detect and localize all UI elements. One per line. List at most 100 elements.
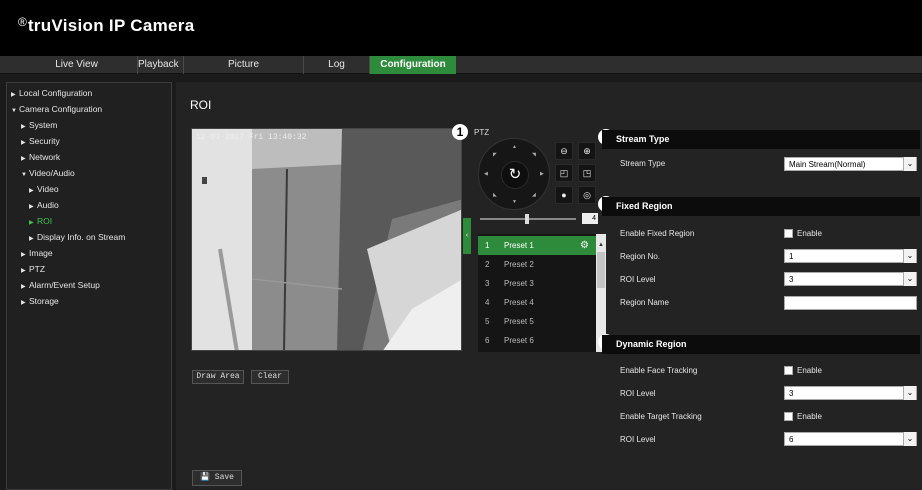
app-header: ® truVision IP Camera <box>0 0 922 56</box>
preset-item[interactable]: 6 Preset 6 <box>478 331 596 350</box>
fixed-roi-level-select[interactable]: 3 ⌄ <box>784 272 917 286</box>
main-nav: Live View Playback Picture Log Configura… <box>0 56 922 74</box>
sidebar-item-label: PTZ <box>29 264 46 274</box>
sidebar-item-camera-configuration[interactable]: ▼ Camera Configuration <box>11 103 102 115</box>
scroll-up-icon[interactable]: ▲ <box>596 242 606 248</box>
enable-target-tracking-text: Enable <box>797 412 822 421</box>
sidebar-item-alarm-event-setup[interactable]: ▶ Alarm/Event Setup <box>21 279 100 291</box>
sidebar-item-label: Alarm/Event Setup <box>29 280 100 290</box>
collapse-arrow-icon: ▼ <box>11 108 17 114</box>
draw-area-button[interactable]: Draw Area <box>192 370 244 384</box>
pan-up-icon[interactable]: ▲ <box>512 144 517 150</box>
focus-far-icon[interactable]: ◳ <box>578 164 596 182</box>
sidebar-item-security[interactable]: ▶ Security <box>21 135 60 147</box>
sidebar-item-system[interactable]: ▶ System <box>21 119 57 131</box>
expand-arrow-icon: ▶ <box>21 124 26 130</box>
sidebar-item-storage[interactable]: ▶ Storage <box>21 295 59 307</box>
fixed-roi-level-value: 3 <box>789 275 794 284</box>
region-no-label: Region No. <box>620 252 661 261</box>
sidebar-item-label: ROI <box>37 216 53 226</box>
preset-name: Preset 4 <box>504 298 534 307</box>
live-video-view[interactable]: 12-03-2017 Fri 13:40:32 <box>191 128 462 351</box>
focus-near-icon[interactable]: ◰ <box>555 164 573 182</box>
expand-arrow-icon: ▶ <box>29 236 34 242</box>
preset-item[interactable]: 2 Preset 2 <box>478 255 596 274</box>
sidebar-item-roi[interactable]: ▶ ROI <box>29 215 52 227</box>
scrollbar-thumb[interactable] <box>597 252 605 288</box>
chevron-down-icon[interactable]: ⌄ <box>903 386 916 400</box>
zoom-out-icon[interactable]: ⊖ <box>555 142 573 160</box>
sidebar-item-audio[interactable]: ▶ Audio <box>29 199 59 211</box>
tab-live-view[interactable]: Live View <box>16 56 138 74</box>
preset-item[interactable]: 5 Preset 5 <box>478 312 596 331</box>
face-roi-level-select[interactable]: 3 ⌄ <box>784 386 917 400</box>
sidebar-item-display-info[interactable]: ▶ Display Info. on Stream <box>29 231 125 243</box>
sidebar-item-label: Storage <box>29 296 59 306</box>
pan-down-right-icon[interactable]: ◢ <box>532 192 536 198</box>
pan-up-left-icon[interactable]: ◤ <box>493 152 497 158</box>
collapse-panel-handle[interactable]: ‹ <box>463 218 471 254</box>
tab-playback[interactable]: Playback <box>138 56 184 74</box>
preset-name: Preset 6 <box>504 336 534 345</box>
pan-down-left-icon[interactable]: ◣ <box>493 192 497 198</box>
pan-left-icon[interactable]: ◀ <box>484 171 488 177</box>
tab-configuration[interactable]: Configuration <box>370 56 456 74</box>
video-timestamp: 12-03-2017 Fri 13:40:32 <box>196 133 307 142</box>
sidebar-item-label: Audio <box>37 200 59 210</box>
sidebar-item-label: Local Configuration <box>19 88 93 98</box>
config-sidebar: ▶ Local Configuration ▼ Camera Configurati… <box>6 82 172 490</box>
stream-type-section-header: Stream Type <box>602 130 920 149</box>
chevron-down-icon[interactable]: ⌄ <box>903 432 916 446</box>
tab-picture[interactable]: Picture <box>184 56 304 74</box>
tab-log[interactable]: Log <box>304 56 370 74</box>
enable-fixed-region-checkbox[interactable] <box>784 229 793 238</box>
ptz-speed-value: 4 <box>582 213 598 224</box>
gear-icon[interactable]: ⚙ <box>580 236 589 255</box>
camera-scene-image <box>192 129 461 350</box>
expand-arrow-icon: ▶ <box>21 268 26 274</box>
expand-arrow-icon: ▶ <box>29 204 34 210</box>
ptz-speed-slider-handle[interactable] <box>525 214 529 224</box>
region-name-input[interactable] <box>784 296 917 310</box>
preset-item[interactable]: 3 Preset 3 <box>478 274 596 293</box>
sidebar-item-video[interactable]: ▶ Video <box>29 183 59 195</box>
preset-number: 4 <box>485 298 490 307</box>
sidebar-item-ptz[interactable]: ▶ PTZ <box>21 263 45 275</box>
pan-down-icon[interactable]: ▼ <box>512 199 517 205</box>
sidebar-item-label: Video/Audio <box>29 168 75 178</box>
enable-fixed-region-text: Enable <box>797 229 822 238</box>
page-title: ROI <box>190 98 212 112</box>
chevron-down-icon[interactable]: ⌄ <box>903 249 916 263</box>
auto-pan-icon[interactable]: ↻ <box>501 161 529 189</box>
preset-name: Preset 5 <box>504 317 534 326</box>
enable-face-tracking-checkbox[interactable] <box>784 366 793 375</box>
dynamic-region-section-header: Dynamic Region <box>602 335 920 354</box>
expand-arrow-icon: ▶ <box>11 92 16 98</box>
target-roi-level-select[interactable]: 6 ⌄ <box>784 432 917 446</box>
stream-type-select[interactable]: Main Stream(Normal) ⌄ <box>784 157 917 171</box>
chevron-down-icon[interactable]: ⌄ <box>903 272 916 286</box>
enable-fixed-region-label: Enable Fixed Region <box>620 229 695 238</box>
sidebar-item-image[interactable]: ▶ Image <box>21 247 53 259</box>
fixed-region-section-header: Fixed Region <box>602 197 920 216</box>
preset-item[interactable]: 4 Preset 4 <box>478 293 596 312</box>
preset-item[interactable]: 1 Preset 1 ⚙ <box>478 236 596 255</box>
save-button[interactable]: 💾 Save <box>192 470 242 486</box>
clear-button[interactable]: Clear <box>251 370 289 384</box>
pan-right-icon[interactable]: ▶ <box>540 171 544 177</box>
sidebar-item-network[interactable]: ▶ Network <box>21 151 60 163</box>
chevron-down-icon[interactable]: ⌄ <box>903 157 916 171</box>
region-no-select[interactable]: 1 ⌄ <box>784 249 917 263</box>
iris-close-icon[interactable]: ● <box>555 186 573 204</box>
enable-target-tracking-checkbox[interactable] <box>784 412 793 421</box>
sidebar-item-label: System <box>29 120 58 130</box>
sidebar-item-video-audio[interactable]: ▼ Video/Audio <box>21 167 75 179</box>
sidebar-item-local-configuration[interactable]: ▶ Local Configuration <box>11 87 92 99</box>
preset-number: 1 <box>485 241 490 250</box>
sidebar-item-label: Camera Configuration <box>19 104 103 114</box>
zoom-in-icon[interactable]: ⊕ <box>578 142 596 160</box>
ptz-direction-pad[interactable]: ▲ ▼ ◀ ▶ ◤ ◥ ◣ ◢ ↻ <box>478 138 550 210</box>
iris-open-icon[interactable]: ◎ <box>578 186 596 204</box>
expand-arrow-icon: ▶ <box>21 252 26 258</box>
pan-up-right-icon[interactable]: ◥ <box>532 152 536 158</box>
